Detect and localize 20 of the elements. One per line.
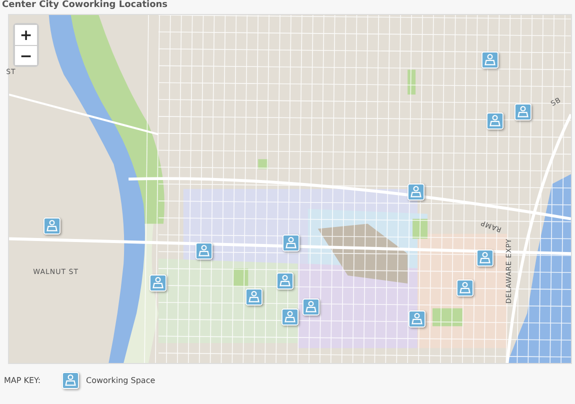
page-title: Center City Coworking Locations [2, 0, 169, 12]
coworking-marker-icon[interactable] [476, 249, 494, 266]
coworking-marker-icon[interactable] [282, 234, 300, 252]
coworking-marker-icon[interactable] [408, 310, 426, 328]
coworking-marker-icon[interactable] [456, 280, 474, 297]
coworking-marker-icon[interactable] [482, 51, 499, 68]
legend-label: Coworking Space [86, 376, 156, 384]
map-key-label: MAP KEY: [4, 376, 42, 384]
coworking-marker-icon[interactable] [407, 183, 424, 200]
coworking-marker-icon[interactable] [150, 274, 167, 292]
coworking-icon [62, 372, 79, 388]
coworking-marker-icon[interactable] [302, 298, 320, 316]
coworking-marker-icon[interactable] [276, 272, 294, 290]
coworking-marker-icon[interactable] [43, 217, 60, 234]
coworking-marker-icon[interactable] [282, 308, 298, 326]
coworking-marker-icon[interactable] [196, 242, 213, 260]
coworking-marker-icon[interactable] [486, 112, 504, 130]
coworking-marker-icon[interactable] [246, 288, 263, 306]
zoom-out-button[interactable]: − [15, 45, 37, 65]
coworking-marker-icon[interactable] [514, 104, 532, 121]
